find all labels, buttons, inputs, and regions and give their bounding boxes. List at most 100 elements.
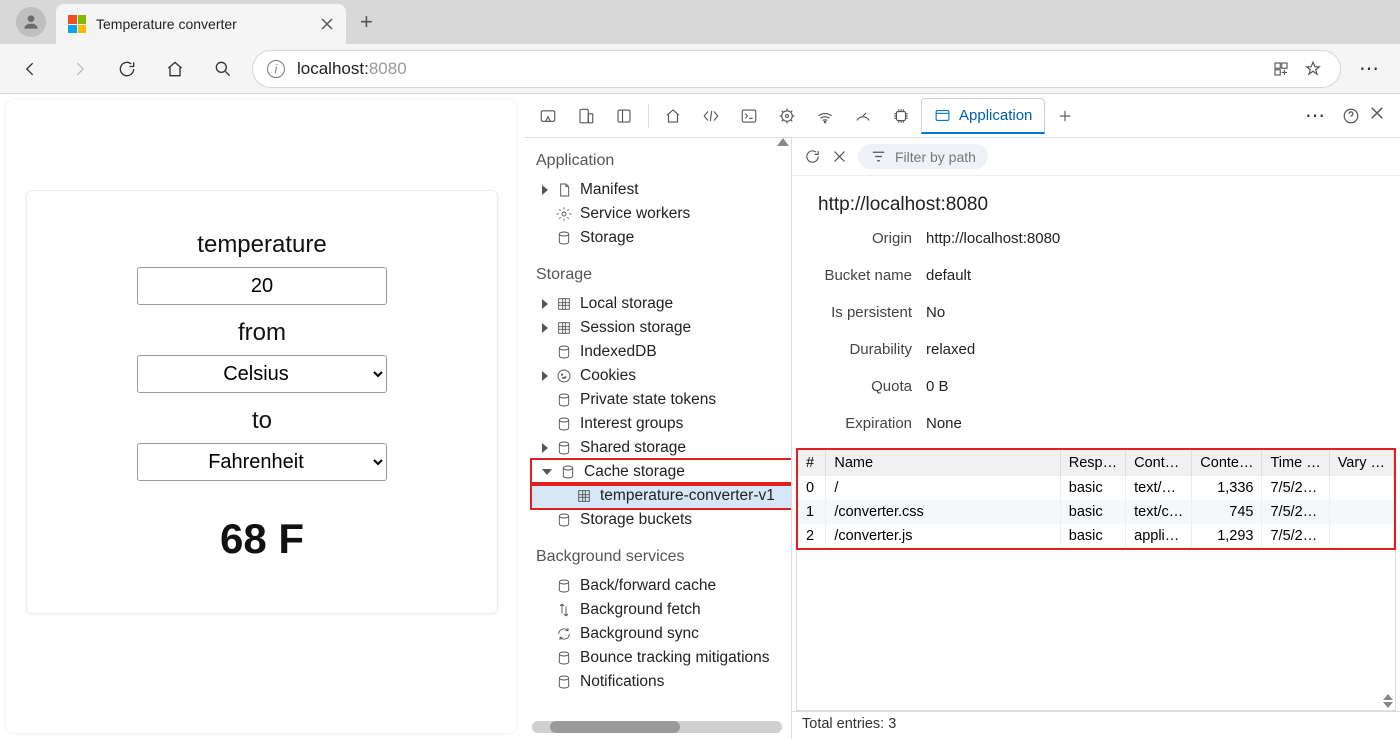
site-info-icon[interactable]: i <box>267 60 285 78</box>
expand-icon[interactable] <box>542 443 548 453</box>
inspect-icon[interactable] <box>530 98 566 134</box>
welcome-tab-icon[interactable] <box>655 98 691 134</box>
column-header[interactable]: Vary … <box>1329 450 1393 476</box>
sidebar-item-indexeddb[interactable]: IndexedDB <box>532 340 791 364</box>
sidebar-item-storage[interactable]: Storage <box>532 226 791 250</box>
sidebar-item-service-workers[interactable]: Service workers <box>532 202 791 226</box>
meta-value: None <box>926 415 1400 432</box>
expand-icon[interactable] <box>542 323 548 333</box>
help-icon[interactable] <box>1342 107 1360 125</box>
sidebar-item-shared-storage[interactable]: Shared storage <box>532 436 791 460</box>
db-icon <box>556 230 572 246</box>
sidebar-item-background-fetch[interactable]: Background fetch <box>532 598 791 622</box>
meta-value: No <box>926 304 1400 321</box>
close-devtools-button[interactable] <box>1368 104 1386 127</box>
profile-avatar[interactable] <box>16 7 46 37</box>
performance-tab-icon[interactable] <box>845 98 881 134</box>
application-tab[interactable]: Application <box>921 98 1045 134</box>
forward-button <box>60 50 98 88</box>
cell-ctype: text/c… <box>1126 500 1192 524</box>
refresh-button[interactable] <box>108 50 146 88</box>
browser-tab[interactable]: Temperature converter <box>56 4 346 44</box>
meta-key: Is persistent <box>802 304 912 321</box>
more-tabs-button[interactable] <box>1047 98 1083 134</box>
devtools-menu-button[interactable]: ⋯ <box>1297 103 1334 128</box>
sidebar-section-application: Application <box>532 148 791 178</box>
temperature-input[interactable] <box>137 267 387 305</box>
expand-icon[interactable] <box>542 371 548 381</box>
expand-icon[interactable] <box>542 469 552 475</box>
console-tab-icon[interactable] <box>731 98 767 134</box>
sidebar-item-cache-storage[interactable]: Cache storage <box>532 460 791 484</box>
devtools-panel: Application ⋯ ApplicationManifestService… <box>524 94 1400 739</box>
sidebar-item-notifications[interactable]: Notifications <box>532 670 791 694</box>
column-header[interactable]: Conte… <box>1192 450 1262 476</box>
new-tab-button[interactable]: + <box>360 9 373 35</box>
close-tab-icon[interactable] <box>320 17 334 31</box>
home-button[interactable] <box>156 50 194 88</box>
address-bar[interactable]: i localhost:8080 <box>252 50 1341 88</box>
devtools-tab-bar: Application ⋯ <box>524 94 1400 138</box>
sidebar-section-storage: Storage <box>532 262 791 292</box>
cell-vary <box>1329 524 1393 548</box>
to-label: to <box>252 407 272 435</box>
sidebar-section-background-services: Background services <box>532 544 791 574</box>
sidebar-item-manifest[interactable]: Manifest <box>532 178 791 202</box>
network-tab-icon[interactable] <box>807 98 843 134</box>
grid-icon <box>556 320 572 336</box>
table-row[interactable]: 1/converter.cssbasictext/c…7457/5/2… <box>798 500 1394 524</box>
sidebar-item-background-sync[interactable]: Background sync <box>532 622 791 646</box>
db-icon <box>556 392 572 408</box>
sidebar-item-label: Notifications <box>580 673 664 691</box>
scroll-up-icon[interactable] <box>777 138 789 146</box>
cell-idx: 2 <box>798 524 826 548</box>
sidebar-item-temperature-converter-v1[interactable]: temperature-converter-v1 <box>532 484 791 508</box>
clear-icon[interactable] <box>831 148 848 165</box>
memory-tab-icon[interactable] <box>883 98 919 134</box>
column-header[interactable]: # <box>798 450 826 476</box>
sidebar-item-bounce-tracking-mitigations[interactable]: Bounce tracking mitigations <box>532 646 791 670</box>
scroll-arrows-icon[interactable] <box>1383 694 1393 708</box>
cache-meta-grid: Originhttp://localhost:8080Bucket namede… <box>792 230 1400 448</box>
cell-clen: 745 <box>1192 500 1262 524</box>
favorite-icon[interactable] <box>1304 60 1322 78</box>
from-select[interactable]: Celsius <box>137 355 387 393</box>
sidebar-item-interest-groups[interactable]: Interest groups <box>532 412 791 436</box>
filter-input[interactable]: Filter by path <box>858 144 988 169</box>
expand-icon <box>542 629 548 639</box>
application-tab-label: Application <box>959 107 1032 124</box>
temperature-label: temperature <box>197 231 326 259</box>
sidebar-item-session-storage[interactable]: Session storage <box>532 316 791 340</box>
table-row[interactable]: 2/converter.jsbasicappli…1,2937/5/2… <box>798 524 1394 548</box>
to-select[interactable]: Fahrenheit <box>137 443 387 481</box>
expand-icon[interactable] <box>542 185 548 195</box>
cell-vary <box>1329 500 1393 524</box>
cell-clen: 1,336 <box>1192 476 1262 500</box>
elements-tab-icon[interactable] <box>693 98 729 134</box>
column-header[interactable]: Resp… <box>1060 450 1125 476</box>
sidebar-item-local-storage[interactable]: Local storage <box>532 292 791 316</box>
extensions-icon[interactable] <box>1272 60 1290 78</box>
sidebar-item-back-forward-cache[interactable]: Back/forward cache <box>532 574 791 598</box>
sidebar-item-private-state-tokens[interactable]: Private state tokens <box>532 388 791 412</box>
browser-menu-button[interactable]: ⋯ <box>1351 56 1388 81</box>
expand-icon <box>542 677 548 687</box>
sidebar-item-cookies[interactable]: Cookies <box>532 364 791 388</box>
application-sidebar[interactable]: ApplicationManifestService workersStorag… <box>524 138 792 739</box>
sidebar-item-label: Back/forward cache <box>580 577 716 595</box>
expand-icon[interactable] <box>542 299 548 309</box>
column-header[interactable]: Time … <box>1262 450 1329 476</box>
device-icon[interactable] <box>568 98 604 134</box>
column-header[interactable]: Name <box>826 450 1060 476</box>
sources-tab-icon[interactable] <box>769 98 805 134</box>
sidebar-h-scrollbar[interactable] <box>532 721 782 733</box>
meta-key: Bucket name <box>802 267 912 284</box>
back-button[interactable] <box>12 50 50 88</box>
search-button[interactable] <box>204 50 242 88</box>
column-header[interactable]: Cont… <box>1126 450 1192 476</box>
result-text: 68 F <box>220 515 304 563</box>
dock-icon[interactable] <box>606 98 642 134</box>
refresh-icon[interactable] <box>804 148 821 165</box>
sidebar-item-storage-buckets[interactable]: Storage buckets <box>532 508 791 532</box>
table-row[interactable]: 0/basictext/…1,3367/5/2… <box>798 476 1394 500</box>
